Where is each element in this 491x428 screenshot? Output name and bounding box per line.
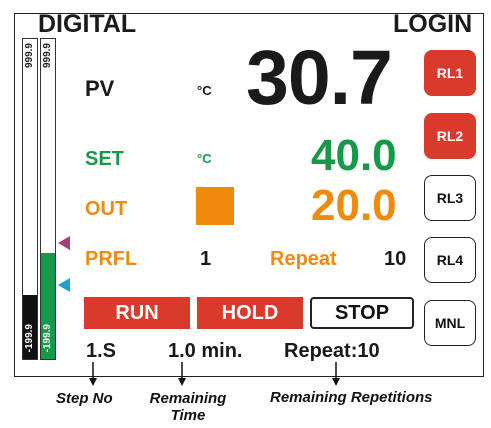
annotation-arrows	[89, 362, 340, 386]
annotation-remaining-time: Remaining Time	[149, 390, 227, 424]
annotation-step-no: Step No	[56, 390, 113, 407]
annotation-remaining-repetitions: Remaining Repetitions	[270, 389, 433, 406]
